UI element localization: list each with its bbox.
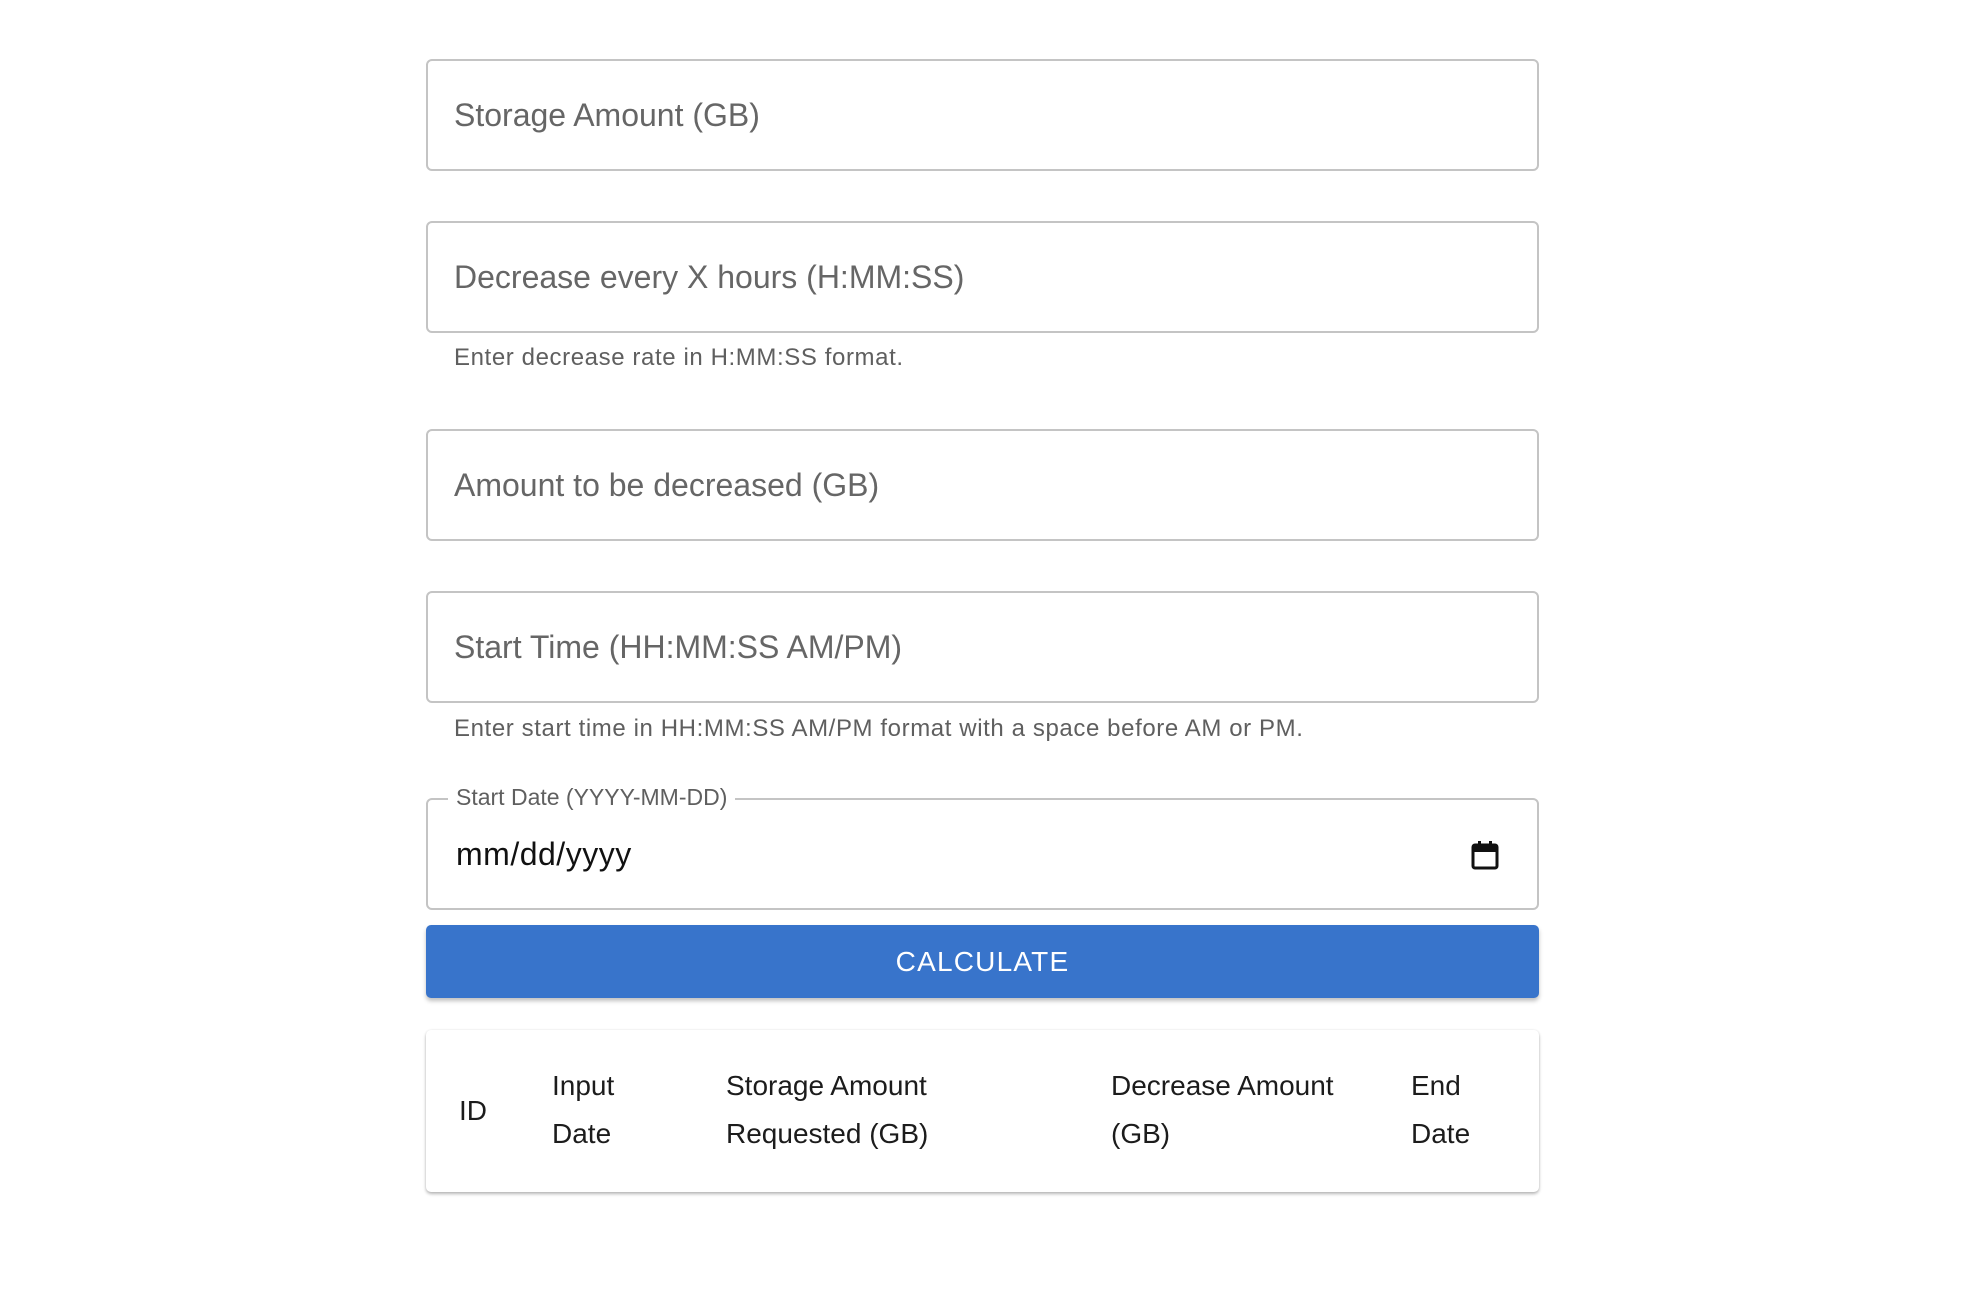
decrease-interval-helper-text: Enter decrease rate in H:MM:SS format.: [454, 344, 904, 371]
table-header-text: (GB): [1111, 1118, 1171, 1149]
calculate-button[interactable]: CALCULATE: [426, 925, 1539, 998]
decrease-amount-input[interactable]: [428, 431, 1537, 539]
table-header-text: Requested (GB): [726, 1118, 929, 1149]
table-header-storage-requested: Storage Amount Requested (GB): [726, 1062, 928, 1158]
results-table: ID Input Date Storage Amount Requested (…: [426, 1030, 1539, 1192]
table-header-text: Decrease Amount: [1111, 1070, 1334, 1101]
table-header-text: Date: [1411, 1118, 1471, 1149]
calendar-icon[interactable]: [1471, 840, 1499, 870]
table-header-text: Input: [552, 1070, 615, 1101]
page: Enter decrease rate in H:MM:SS format. E…: [0, 0, 1980, 1296]
table-header-input-date: Input Date: [552, 1062, 614, 1158]
start-date-field[interactable]: Start Date (YYYY-MM-DD) mm/dd/yyyy: [426, 784, 1539, 910]
decrease-interval-field[interactable]: [426, 221, 1539, 333]
table-header-id: ID: [459, 1087, 487, 1135]
table-header-id-text: ID: [459, 1095, 487, 1126]
start-date-value[interactable]: mm/dd/yyyy: [456, 836, 632, 873]
start-time-field[interactable]: [426, 591, 1539, 703]
start-time-input[interactable]: [428, 593, 1537, 701]
table-header-decrease-amount: Decrease Amount (GB): [1111, 1062, 1334, 1158]
decrease-interval-input[interactable]: [428, 223, 1537, 331]
table-header-text: End: [1411, 1070, 1461, 1101]
start-date-label: Start Date (YYYY-MM-DD): [448, 784, 736, 811]
table-header-text: Date: [552, 1118, 612, 1149]
table-header-end-date: End Date: [1411, 1062, 1470, 1158]
start-time-helper-text: Enter start time in HH:MM:SS AM/PM forma…: [454, 715, 1304, 742]
decrease-amount-field[interactable]: [426, 429, 1539, 541]
storage-amount-field[interactable]: [426, 59, 1539, 171]
table-header-text: Storage Amount: [726, 1070, 927, 1101]
storage-amount-input[interactable]: [428, 61, 1537, 169]
